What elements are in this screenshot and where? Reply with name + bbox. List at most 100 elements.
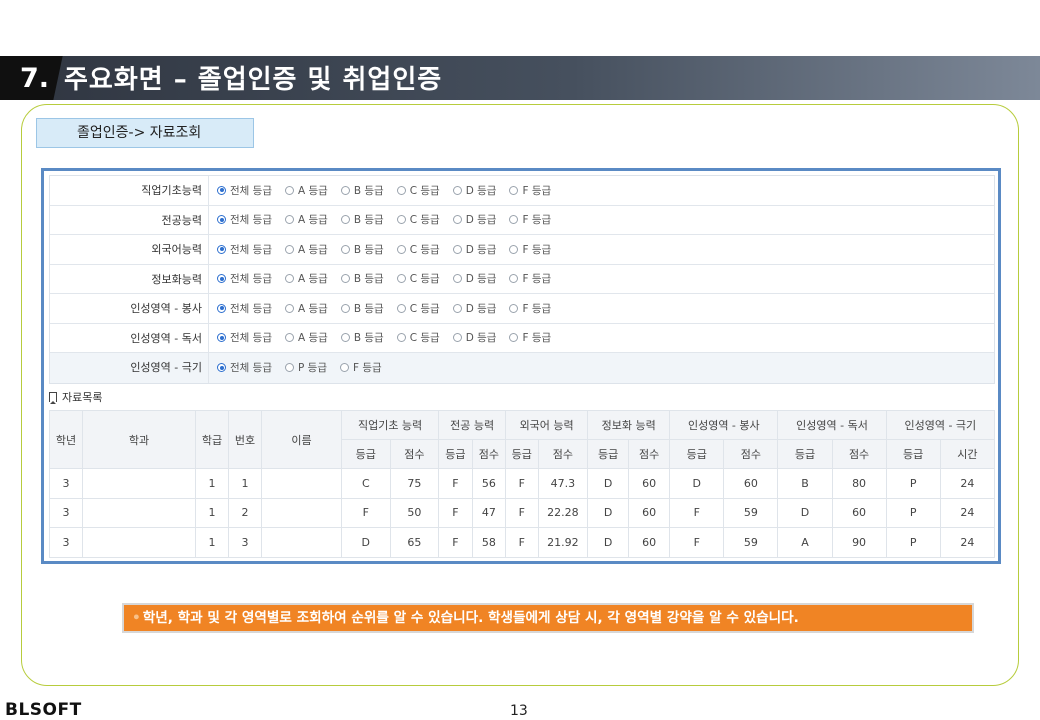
radio-option[interactable]: 전체 등급 [217,271,272,286]
radio-unchecked-icon[interactable] [340,274,350,284]
sub-header: 점수 [537,439,589,469]
radio-option[interactable]: D 등급 [452,242,496,257]
table-row[interactable]: 3 1 3 D 65 F 58 F 21.92 D 60 F 59 A 90 P 24 [49,527,996,558]
radio-option[interactable]: D 등급 [452,212,496,227]
radio-checked-icon[interactable] [217,215,226,225]
radio-unchecked-icon[interactable] [509,244,519,254]
column-header: 학과 [82,410,196,469]
radio-unchecked-icon[interactable] [284,333,294,343]
table-cell: P [885,527,941,558]
radio-unchecked-icon[interactable] [284,274,294,284]
table-cell: 59 [723,527,779,558]
radio-option[interactable]: C 등급 [396,271,440,286]
radio-option[interactable]: C 등급 [396,301,440,316]
radio-option[interactable]: A 등급 [284,242,328,257]
radio-option[interactable]: 전체 등급 [217,301,272,316]
radio-unchecked-icon[interactable] [509,303,519,313]
radio-label: B 등급 [353,243,384,256]
radio-option[interactable]: B 등급 [340,242,384,257]
radio-option[interactable]: C 등급 [396,242,440,257]
radio-option[interactable]: F 등급 [509,183,551,198]
radio-unchecked-icon[interactable] [452,215,462,225]
radio-unchecked-icon[interactable] [452,333,462,343]
radio-option[interactable]: P 등급 [284,360,327,375]
table-cell: F [669,527,725,558]
radio-option[interactable]: 전체 등급 [217,242,272,257]
radio-unchecked-icon[interactable] [452,185,462,195]
radio-label: F 등급 [522,214,552,227]
radio-option[interactable]: C 등급 [396,212,440,227]
radio-option[interactable]: F 등급 [509,242,551,257]
radio-option[interactable]: F 등급 [509,271,551,286]
radio-label: A 등급 [297,184,328,197]
radio-option[interactable]: F 등급 [509,212,551,227]
radio-unchecked-icon[interactable] [396,185,406,195]
radio-unchecked-icon[interactable] [396,244,406,254]
list-title: 자료목록 [62,391,103,404]
radio-option[interactable]: 전체 등급 [217,212,272,227]
radio-unchecked-icon[interactable] [340,215,350,225]
radio-option[interactable]: A 등급 [284,330,328,345]
radio-unchecked-icon[interactable] [452,244,462,254]
page-title: 주요화면 – 졸업인증 및 취업인증 [64,65,443,95]
radio-unchecked-icon[interactable] [284,363,294,373]
radio-unchecked-icon[interactable] [396,303,406,313]
radio-option[interactable]: A 등급 [284,212,328,227]
radio-option[interactable]: F 등급 [509,301,551,316]
table-row[interactable]: 3 1 1 C 75 F 56 F 47.3 D 60 D 60 B 80 P 24 [49,468,996,499]
radio-unchecked-icon[interactable] [340,333,350,343]
radio-unchecked-icon[interactable] [452,274,462,284]
radio-unchecked-icon[interactable] [509,274,519,284]
radio-unchecked-icon[interactable] [396,333,406,343]
radio-unchecked-icon[interactable] [509,215,519,225]
radio-option[interactable]: A 등급 [284,301,328,316]
group-header: 전공 능력 [438,410,507,440]
radio-option[interactable]: B 등급 [340,271,384,286]
radio-option[interactable]: D 등급 [452,183,496,198]
radio-unchecked-icon[interactable] [284,215,294,225]
filter-row: 정보화능력 전체 등급 A 등급 B 등급 C 등급 D 등급 F 등급 [50,264,994,294]
radio-option[interactable]: F 등급 [339,360,382,375]
radio-unchecked-icon[interactable] [509,333,519,343]
radio-checked-icon[interactable] [217,333,226,343]
radio-option[interactable]: C 등급 [396,183,440,198]
radio-option[interactable]: 전체 등급 [217,330,272,345]
table-row[interactable]: 3 1 2 F 50 F 47 F 22.28 D 60 F 59 D 60 P 24 [49,497,996,528]
table-cell: F [505,527,539,558]
radio-option[interactable]: 전체 등급 [217,183,272,198]
table-cell: P [885,497,941,528]
radio-option[interactable]: B 등급 [340,330,384,345]
radio-option[interactable]: F 등급 [509,330,551,345]
table-cell: 24 [939,497,996,528]
radio-option[interactable]: A 등급 [284,271,328,286]
radio-option[interactable]: D 등급 [452,330,496,345]
radio-unchecked-icon[interactable] [284,303,294,313]
radio-option[interactable]: A 등급 [284,183,328,198]
radio-unchecked-icon[interactable] [284,244,294,254]
radio-checked-icon[interactable] [217,185,226,195]
radio-option[interactable]: B 등급 [340,183,384,198]
radio-unchecked-icon[interactable] [509,185,519,195]
radio-option[interactable]: B 등급 [340,212,384,227]
radio-option[interactable]: B 등급 [340,301,384,316]
radio-label: A 등급 [297,243,328,256]
radio-checked-icon[interactable] [217,303,226,313]
radio-option[interactable]: 전체 등급 [217,360,272,375]
radio-unchecked-icon[interactable] [452,303,462,313]
radio-unchecked-icon[interactable] [284,185,294,195]
radio-option[interactable]: D 등급 [452,301,496,316]
radio-unchecked-icon[interactable] [340,303,350,313]
radio-unchecked-icon[interactable] [340,185,350,195]
radio-option[interactable]: D 등급 [452,271,496,286]
radio-unchecked-icon[interactable] [396,274,406,284]
radio-unchecked-icon[interactable] [339,363,349,373]
radio-checked-icon[interactable] [217,244,226,254]
radio-unchecked-icon[interactable] [340,244,350,254]
radio-group: 전체 등급 P 등급 F 등급 [209,360,395,375]
radio-group: 전체 등급 A 등급 B 등급 C 등급 D 등급 F 등급 [209,212,564,227]
table-cell: P [885,468,941,499]
radio-unchecked-icon[interactable] [396,215,406,225]
radio-option[interactable]: C 등급 [396,330,440,345]
radio-checked-icon[interactable] [217,274,226,284]
radio-checked-icon[interactable] [217,363,226,373]
